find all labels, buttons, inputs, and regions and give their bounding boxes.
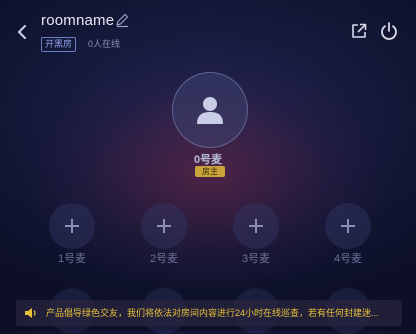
seat-3-button[interactable]	[233, 203, 279, 249]
seat-4-button[interactable]	[325, 203, 371, 249]
power-icon	[381, 22, 397, 40]
announcement-text: 产品倡导绿色交友，我们将依法对房间内容进行24小时在线巡查，若有任何封建迷...	[46, 308, 379, 318]
chevron-left-icon	[18, 25, 26, 39]
pencil-icon	[116, 13, 129, 28]
speaker-icon	[25, 308, 36, 318]
seat-4-label: 4号麦	[333, 253, 363, 265]
plus-icon	[341, 219, 355, 233]
room-mode-tag: 开黑房	[41, 37, 77, 52]
plus-icon	[249, 219, 263, 233]
user-avatar-icon	[197, 97, 223, 124]
seat-2-button[interactable]	[141, 203, 187, 249]
seat-3-label: 3号麦	[241, 253, 271, 265]
online-count: 0人在线	[88, 39, 121, 49]
announcement-bar[interactable]: 产品倡导绿色交友，我们将依法对房间内容进行24小时在线巡查，若有任何封建迷...	[16, 300, 402, 326]
host-seat-label: 0号麦	[193, 154, 223, 166]
share-button[interactable]	[350, 22, 368, 40]
plus-icon	[65, 219, 79, 233]
plus-icon	[157, 219, 171, 233]
seat-1-button[interactable]	[49, 203, 95, 249]
host-badge: 房主	[195, 166, 225, 177]
host-seat-avatar[interactable]	[172, 72, 248, 148]
room-name: roomname	[41, 12, 115, 29]
share-external-icon	[352, 23, 367, 38]
seat-2-label: 2号麦	[149, 253, 179, 265]
seat-1-label: 1号麦	[57, 253, 87, 265]
back-button[interactable]	[14, 22, 30, 42]
power-button[interactable]	[379, 21, 399, 41]
edit-room-name-button[interactable]	[114, 12, 130, 28]
